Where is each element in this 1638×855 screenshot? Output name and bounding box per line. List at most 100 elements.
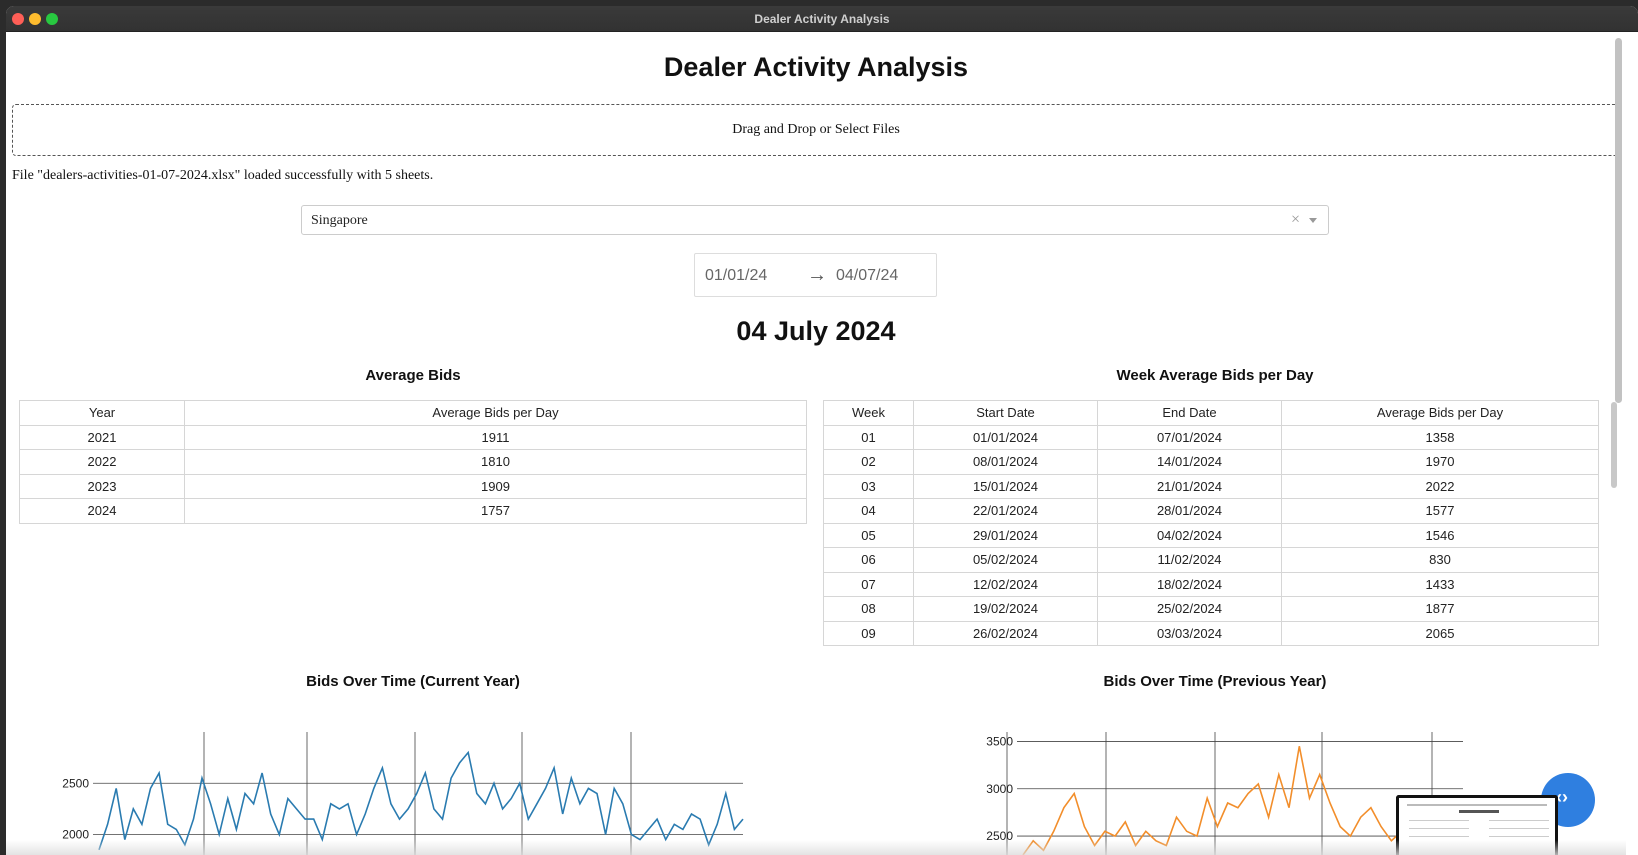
table-cell: 03 <box>823 473 914 499</box>
country-dropdown[interactable]: Singapore × <box>301 205 1329 235</box>
table-cell: 07 <box>823 571 914 597</box>
table-cell: 14/01/2024 <box>1097 449 1282 475</box>
table-cell: 2022 <box>1281 473 1599 499</box>
table-cell: 830 <box>1281 547 1599 573</box>
y-tick-label: 2500 <box>62 776 89 790</box>
table-cell: 1970 <box>1281 449 1599 475</box>
thumbnail-row <box>1489 828 1549 829</box>
date-range-picker[interactable]: 01/01/24 → 04/07/24 <box>694 253 937 297</box>
y-tick-label: 2500 <box>986 829 1013 843</box>
thumbnail-row <box>1409 820 1469 821</box>
table-cell: 11/02/2024 <box>1097 547 1282 573</box>
week-average-title: Week Average Bids per Day <box>1116 367 1314 384</box>
table-cell: 28/01/2024 <box>1097 498 1282 524</box>
column-header-start-date: Start Date <box>913 400 1098 426</box>
table-cell: 1877 <box>1281 596 1599 622</box>
table-row: 02 08/01/2024 14/01/2024 1970 <box>823 449 1599 475</box>
table-row: 2024 1757 <box>19 498 807 524</box>
chart-current-year: 2000 2500 <box>19 732 807 855</box>
table-cell: 1358 <box>1281 424 1599 450</box>
selected-date-heading: 04 July 2024 <box>736 316 896 346</box>
title-bar: Dealer Activity Analysis <box>6 6 1638 32</box>
column-header-week: Week <box>823 400 914 426</box>
column-header-end-date: End Date <box>1097 400 1282 426</box>
table-row: 05 29/01/2024 04/02/2024 1546 <box>823 522 1599 548</box>
thumbnail-row <box>1409 836 1469 837</box>
screenshot-thumbnail[interactable] <box>1396 795 1558 855</box>
week-average-table: Week Start Date End Date Average Bids pe… <box>823 400 1599 646</box>
average-bids-table: Year Average Bids per Day 2021 1911 2022 18… <box>19 400 807 524</box>
table-cell: 01 <box>823 424 914 450</box>
start-date-input[interactable]: 01/01/24 <box>705 267 767 285</box>
table-scrollbar[interactable] <box>1611 402 1617 488</box>
column-header-average-bids: Average Bids per Day <box>184 400 807 426</box>
upload-label: Drag and Drop or Select Files <box>732 122 900 137</box>
y-tick-label: 3500 <box>986 734 1013 748</box>
table-cell: 03/03/2024 <box>1097 620 1282 646</box>
table-cell: 05/02/2024 <box>913 547 1098 573</box>
series-line <box>98 750 744 851</box>
table-cell: 2065 <box>1281 620 1599 646</box>
average-bids-title: Average Bids <box>365 367 461 384</box>
window-title: Dealer Activity Analysis <box>754 12 890 26</box>
table-cell: 06 <box>823 547 914 573</box>
table-cell: 15/01/2024 <box>913 473 1098 499</box>
thumbnail-row <box>1409 828 1469 829</box>
thumbnail-preview <box>1407 804 1547 806</box>
table-cell: 1546 <box>1281 522 1599 548</box>
table-row: 2022 1810 <box>19 449 807 475</box>
chevron-down-icon[interactable] <box>1309 218 1317 223</box>
table-cell: 25/02/2024 <box>1097 596 1282 622</box>
table-row: 2023 1909 <box>19 473 807 499</box>
y-tick-label: 2000 <box>62 828 89 842</box>
page-scrollbar[interactable] <box>1615 38 1622 403</box>
table-row: 08 19/02/2024 25/02/2024 1877 <box>823 596 1599 622</box>
table-cell: 2022 <box>19 449 185 475</box>
table-cell: 2024 <box>19 498 185 524</box>
thumbnail-row <box>1489 836 1549 837</box>
table-cell: 02 <box>823 449 914 475</box>
chart-current-title: Bids Over Time (Current Year) <box>306 673 520 690</box>
table-row: 06 05/02/2024 11/02/2024 830 <box>823 547 1599 573</box>
table-cell: 18/02/2024 <box>1097 571 1282 597</box>
end-date-input[interactable]: 04/07/24 <box>836 267 898 285</box>
table-cell: 22/01/2024 <box>913 498 1098 524</box>
page-content: Dealer Activity Analysis Drag and Drop o… <box>6 32 1626 855</box>
page-title: Dealer Activity Analysis <box>663 52 969 82</box>
chart-previous-title: Bids Over Time (Previous Year) <box>1103 673 1327 690</box>
table-row: 09 26/02/2024 03/03/2024 2065 <box>823 620 1599 646</box>
thumbnail-title-preview <box>1459 810 1499 813</box>
table-cell: 1810 <box>184 449 807 475</box>
file-upload-dropzone[interactable]: Drag and Drop or Select Files <box>12 104 1620 156</box>
arrow-right-icon: → <box>807 264 827 286</box>
table-cell: 1911 <box>184 424 807 450</box>
y-tick-label: 3000 <box>986 782 1013 796</box>
table-cell: 08 <box>823 596 914 622</box>
table-cell: 04/02/2024 <box>1097 522 1282 548</box>
table-cell: 05 <box>823 522 914 548</box>
table-cell: 12/02/2024 <box>913 571 1098 597</box>
table-cell: 2021 <box>19 424 185 450</box>
table-row: 07 12/02/2024 18/02/2024 1433 <box>823 571 1599 597</box>
table-cell: 01/01/2024 <box>913 424 1098 450</box>
table-row: 04 22/01/2024 28/01/2024 1577 <box>823 498 1599 524</box>
table-cell: 04 <box>823 498 914 524</box>
clear-selection-icon[interactable]: × <box>1291 211 1300 229</box>
table-cell: 1433 <box>1281 571 1599 597</box>
table-cell: 1909 <box>184 473 807 499</box>
thumbnail-row <box>1489 820 1549 821</box>
table-cell: 29/01/2024 <box>913 522 1098 548</box>
app-window: Dealer Activity Analysis Dealer Activity… <box>6 6 1638 855</box>
table-row: 03 15/01/2024 21/01/2024 2022 <box>823 473 1599 499</box>
table-cell: 1757 <box>184 498 807 524</box>
table-cell: 09 <box>823 620 914 646</box>
table-cell: 2023 <box>19 473 185 499</box>
column-header-average-bids-per-day: Average Bids per Day <box>1281 400 1599 426</box>
table-cell: 1577 <box>1281 498 1599 524</box>
country-selected-value: Singapore <box>311 213 368 228</box>
week-average-table-container[interactable]: Week Start Date End Date Average Bids pe… <box>823 400 1617 649</box>
table-cell: 07/01/2024 <box>1097 424 1282 450</box>
table-cell: 08/01/2024 <box>913 449 1098 475</box>
table-row: 2021 1911 <box>19 424 807 450</box>
table-cell: 26/02/2024 <box>913 620 1098 646</box>
